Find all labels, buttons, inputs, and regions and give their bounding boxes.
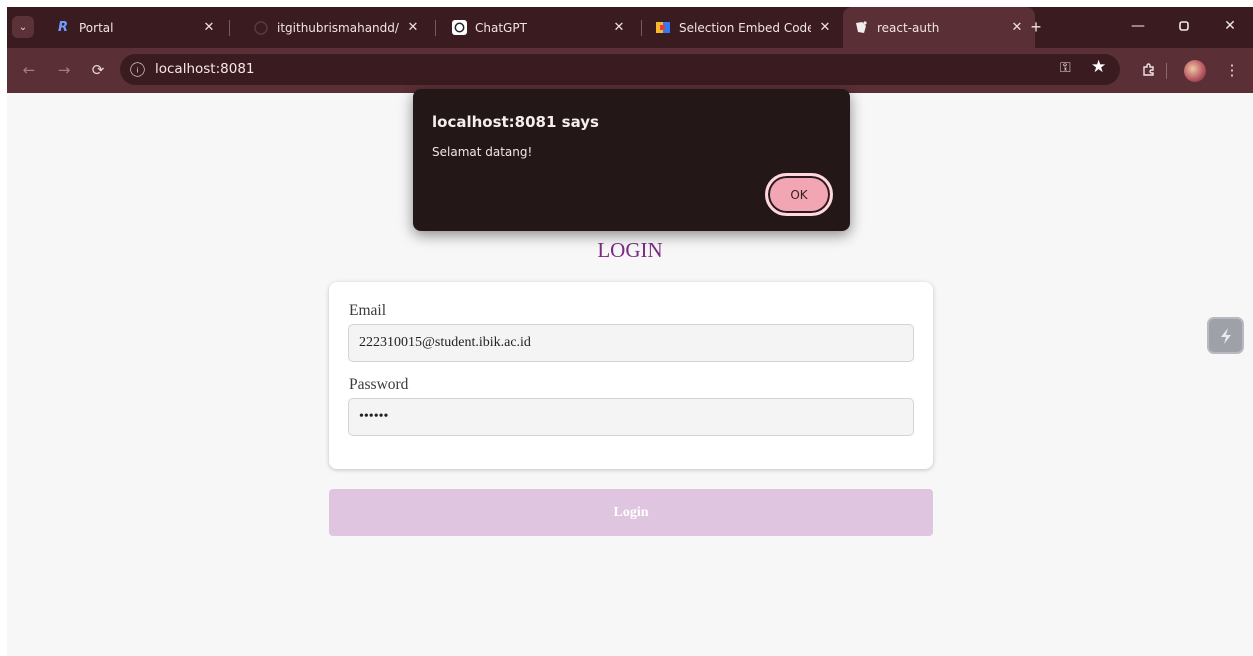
tab-close-icon[interactable]: ✕ (201, 20, 217, 35)
react-icon (853, 20, 869, 36)
password-label: Password (349, 376, 409, 393)
reload-icon[interactable]: ⟳ (86, 58, 110, 82)
tab-separator (229, 20, 230, 36)
browser-toolbar: ← → ⟳ i localhost:8081 ⚿ ★ ⋮ (7, 48, 1253, 93)
page-title: LOGIN (597, 238, 663, 262)
tab-search-chevron-icon[interactable]: ⌄ (12, 16, 34, 38)
tab-strip: ⌄ R Portal ✕ itgithubrismahandd/PPB ✕ Ch… (7, 7, 1253, 48)
tab-close-icon[interactable]: ✕ (1009, 20, 1025, 35)
alert-message: Selamat datang! (432, 145, 533, 159)
browser-window: ⌄ R Portal ✕ itgithubrismahandd/PPB ✕ Ch… (7, 7, 1253, 656)
tab-portal[interactable]: R Portal ✕ (47, 7, 227, 48)
tab-close-icon[interactable]: ✕ (817, 20, 833, 35)
address-url[interactable]: localhost:8081 (155, 61, 255, 77)
tab-react-auth[interactable]: react-auth ✕ (843, 7, 1035, 48)
bookmark-star-icon[interactable]: ★ (1091, 57, 1106, 77)
alert-dialog: localhost:8081 says Selamat datang! OK (413, 89, 850, 231)
tab-selection-embed[interactable]: Selection Embed Code - ✕ (647, 7, 843, 48)
login-button[interactable]: Login (329, 489, 933, 536)
tab-chatgpt[interactable]: ChatGPT ✕ (441, 7, 637, 48)
chatgpt-icon (451, 20, 467, 36)
forward-arrow-icon[interactable]: → (52, 58, 76, 82)
profile-avatar[interactable] (1184, 60, 1206, 82)
colorful-logo-icon (655, 20, 671, 36)
back-arrow-icon[interactable]: ← (17, 58, 41, 82)
alert-title: localhost:8081 says (432, 113, 599, 131)
email-field[interactable]: 222310015@student.ibik.ac.id (348, 324, 914, 362)
tab-github[interactable]: itgithubrismahandd/PPB ✕ (235, 7, 431, 48)
email-label: Email (349, 302, 387, 319)
password-field[interactable]: •••••• (348, 398, 914, 436)
address-bar[interactable]: i localhost:8081 ⚿ ★ (120, 54, 1120, 85)
toolbar-separator (1166, 63, 1167, 79)
login-form-card: Email 222310015@student.ibik.ac.id Passw… (329, 282, 933, 469)
tab-separator (641, 20, 642, 36)
tab-close-icon[interactable]: ✕ (405, 20, 421, 35)
restore-icon[interactable] (1161, 7, 1207, 45)
tab-close-icon[interactable]: ✕ (611, 20, 627, 35)
password-key-icon[interactable]: ⚿ (1060, 59, 1071, 76)
extension-floating-icon[interactable] (1207, 317, 1244, 354)
minimize-icon[interactable]: — (1115, 7, 1161, 45)
tab-separator (435, 20, 436, 36)
portal-r-logo-icon: R (57, 20, 68, 35)
new-tab-plus-icon[interactable]: + (1024, 15, 1048, 39)
close-window-icon[interactable]: ✕ (1207, 7, 1253, 45)
more-menu-icon[interactable]: ⋮ (1220, 58, 1244, 82)
github-icon (253, 20, 269, 36)
site-info-icon[interactable]: i (130, 62, 145, 77)
extensions-puzzle-icon[interactable] (1137, 58, 1161, 82)
ok-button[interactable]: OK (765, 173, 833, 216)
